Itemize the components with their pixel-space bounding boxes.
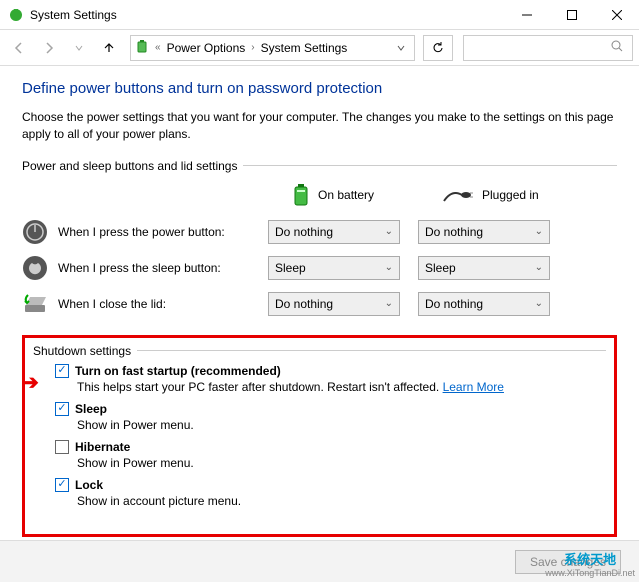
plugged-in-label: Plugged in — [482, 188, 539, 202]
chevron-down-icon: ⌄ — [535, 298, 543, 309]
maximize-button[interactable] — [549, 0, 594, 29]
power-sleep-legend: Power and sleep buttons and lid settings — [22, 159, 243, 173]
sleep-plugged-select[interactable]: Sleep⌄ — [418, 256, 550, 280]
lid-plugged-select[interactable]: Do nothing⌄ — [418, 292, 550, 316]
navbar: « Power Options › System Settings — [0, 30, 639, 66]
minimize-button[interactable] — [504, 0, 549, 29]
chevron-sep-icon: « — [155, 42, 161, 53]
close-button[interactable] — [594, 0, 639, 29]
lid-icon — [22, 291, 48, 317]
lid-row: When I close the lid: Do nothing⌄ Do not… — [22, 291, 617, 317]
plug-icon — [442, 187, 474, 203]
sleep-button-row: When I press the sleep button: Sleep⌄ Sl… — [22, 255, 617, 281]
plugged-in-header: Plugged in — [442, 183, 592, 207]
page-heading: Define power buttons and turn on passwor… — [22, 80, 617, 97]
shutdown-legend: Shutdown settings — [33, 344, 137, 358]
sleep-button-label: When I press the sleep button: — [58, 261, 268, 275]
checkbox-checked-icon — [55, 364, 69, 378]
power-button-row: When I press the power button: Do nothin… — [22, 219, 617, 245]
lid-label: When I close the lid: — [58, 297, 268, 311]
sleep-button-icon — [22, 255, 48, 281]
checkbox-checked-icon — [55, 402, 69, 416]
address-bar[interactable]: « Power Options › System Settings — [130, 35, 415, 61]
sleep-checkbox[interactable]: Sleep — [55, 402, 606, 416]
sleep-item: Sleep Show in Power menu. — [55, 402, 606, 432]
on-battery-label: On battery — [318, 188, 374, 202]
refresh-button[interactable] — [423, 35, 453, 61]
up-button[interactable] — [96, 35, 122, 61]
recent-dropdown-button[interactable] — [66, 35, 92, 61]
battery-icon — [135, 39, 151, 56]
search-icon — [610, 39, 624, 56]
power-button-icon — [22, 219, 48, 245]
breadcrumb-power-options[interactable]: Power Options — [165, 41, 248, 55]
power-sleep-section: Power and sleep buttons and lid settings… — [22, 159, 617, 327]
power-button-label: When I press the power button: — [58, 225, 268, 239]
address-dropdown-icon[interactable] — [392, 43, 410, 53]
app-icon — [8, 7, 24, 23]
arrow-annotation-icon: ➔ — [22, 370, 39, 395]
back-button[interactable] — [6, 35, 32, 61]
hibernate-sub: Show in Power menu. — [77, 456, 606, 470]
lid-battery-select[interactable]: Do nothing⌄ — [268, 292, 400, 316]
chevron-right-icon: › — [251, 42, 254, 53]
search-box[interactable] — [463, 35, 633, 61]
fast-startup-checkbox[interactable]: Turn on fast startup (recommended) — [55, 364, 606, 378]
window-title: System Settings — [30, 8, 504, 22]
watermark: 系统天地 www.XiTongTianDi.net — [545, 549, 635, 578]
lock-checkbox[interactable]: Lock — [55, 478, 606, 492]
hibernate-checkbox[interactable]: Hibernate — [55, 440, 606, 454]
watermark-line1: 系统天地 — [564, 549, 616, 568]
watermark-line2: www.XiTongTianDi.net — [545, 568, 635, 578]
on-battery-header: On battery — [292, 183, 442, 207]
chevron-down-icon: ⌄ — [385, 262, 393, 273]
power-battery-select[interactable]: Do nothing⌄ — [268, 220, 400, 244]
sleep-battery-select[interactable]: Sleep⌄ — [268, 256, 400, 280]
chevron-down-icon: ⌄ — [385, 298, 393, 309]
breadcrumb-system-settings[interactable]: System Settings — [259, 41, 350, 55]
hibernate-item: Hibernate Show in Power menu. — [55, 440, 606, 470]
highlight-annotation: ➔ Shutdown settings Turn on fast startup… — [22, 335, 617, 537]
titlebar: System Settings — [0, 0, 639, 30]
content-area: Define power buttons and turn on passwor… — [0, 66, 639, 537]
shutdown-section: Shutdown settings Turn on fast startup (… — [33, 344, 606, 516]
lock-item: Lock Show in account picture menu. — [55, 478, 606, 508]
page-description: Choose the power settings that you want … — [22, 109, 617, 143]
forward-button[interactable] — [36, 35, 62, 61]
chevron-down-icon: ⌄ — [535, 262, 543, 273]
checkbox-checked-icon — [55, 478, 69, 492]
sleep-sub: Show in Power menu. — [77, 418, 606, 432]
fast-startup-sub: This helps start your PC faster after sh… — [77, 380, 443, 394]
footer: Save changes — [0, 540, 639, 582]
power-plugged-select[interactable]: Do nothing⌄ — [418, 220, 550, 244]
battery-icon — [292, 183, 310, 207]
chevron-down-icon: ⌄ — [385, 226, 393, 237]
fast-startup-item: Turn on fast startup (recommended) This … — [55, 364, 606, 394]
checkbox-unchecked-icon — [55, 440, 69, 454]
lock-sub: Show in account picture menu. — [77, 494, 606, 508]
chevron-down-icon: ⌄ — [535, 226, 543, 237]
learn-more-link[interactable]: Learn More — [443, 380, 504, 394]
